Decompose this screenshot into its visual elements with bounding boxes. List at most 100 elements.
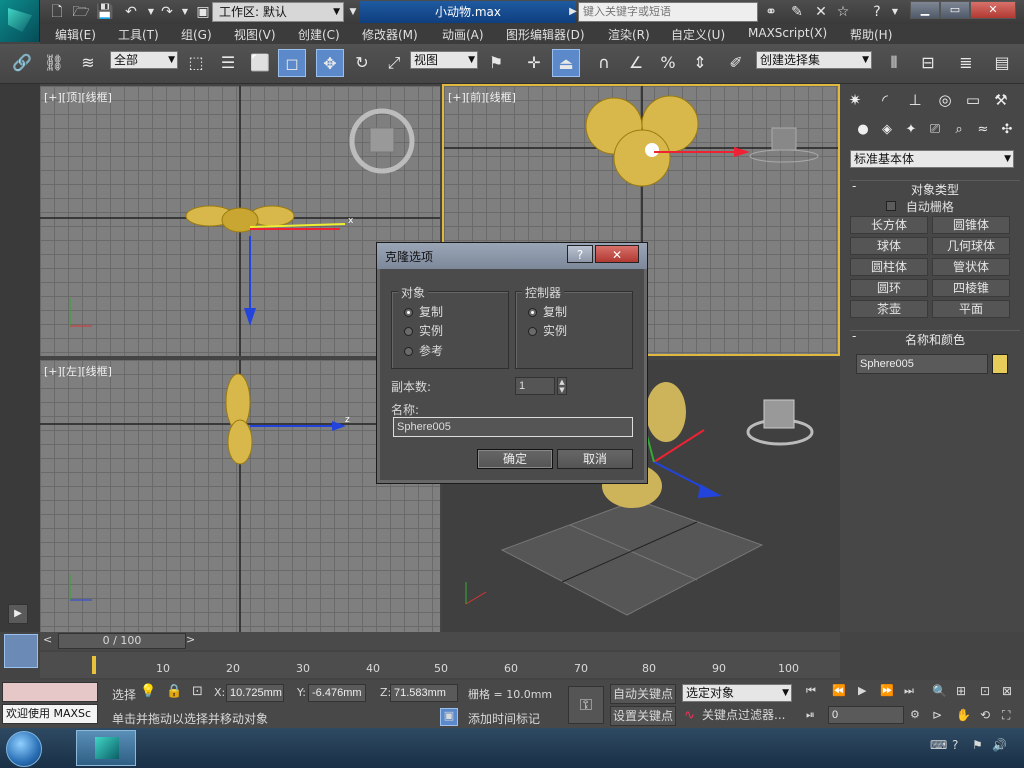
pivot-center-icon[interactable]: ⚑: [482, 49, 510, 77]
viewport-front-label[interactable]: [+][前][线框]: [448, 89, 516, 105]
dialog-close-button[interactable]: ✕: [595, 245, 639, 263]
volume-tray-icon[interactable]: 🔊: [992, 738, 1007, 752]
key-mode-toggle-icon[interactable]: ⏯: [806, 708, 815, 722]
goto-end-icon[interactable]: ⏭: [904, 684, 914, 698]
name-color-rollout[interactable]: - 名称和颜色: [850, 329, 1020, 347]
sphere-wire[interactable]: [227, 419, 253, 465]
cone-button[interactable]: 圆锥体: [932, 216, 1010, 234]
prev-frame-icon[interactable]: <: [43, 633, 52, 646]
orbit-icon[interactable]: ⟲: [980, 708, 990, 722]
object-color-swatch[interactable]: [992, 354, 1008, 374]
cylinder-button[interactable]: 圆柱体: [850, 258, 928, 276]
menu-modifiers[interactable]: 修改器(M): [362, 26, 418, 43]
cameras-icon[interactable]: ⎚: [922, 118, 948, 142]
select-object-icon[interactable]: ⬚: [182, 49, 210, 77]
field-of-view-icon[interactable]: ⊳: [932, 708, 942, 722]
menu-animation[interactable]: 动画(A): [442, 26, 484, 43]
help-icon[interactable]: ?: [868, 3, 886, 21]
play-icon[interactable]: ▶: [858, 684, 866, 697]
new-file-icon[interactable]: 🗋: [48, 3, 66, 21]
isolate-icon[interactable]: 💡: [140, 684, 156, 699]
create-tab-icon[interactable]: ✷: [842, 88, 868, 112]
set-key-button[interactable]: 设置关键点: [610, 706, 676, 726]
link-icon[interactable]: 🔗: [8, 49, 36, 77]
maxscript-listener-top[interactable]: [2, 682, 98, 702]
add-time-tag[interactable]: 添加时间标记: [468, 710, 540, 727]
set-key-icon[interactable]: ⚿: [568, 686, 604, 724]
communication-icon[interactable]: ✕: [812, 3, 830, 21]
zoom-all-icon[interactable]: ⊞: [956, 684, 966, 698]
sphere-object[interactable]: [646, 382, 686, 442]
cancel-button[interactable]: 取消: [557, 449, 633, 469]
tube-button[interactable]: 管状体: [932, 258, 1010, 276]
close-button[interactable]: ✕: [970, 1, 1016, 19]
menu-edit[interactable]: 编辑(E): [55, 26, 96, 43]
object-reference-radio[interactable]: 参考: [404, 343, 443, 359]
time-tag-icon[interactable]: ▣: [440, 708, 458, 726]
viewport-top-label[interactable]: [+][顶][线框]: [44, 89, 112, 105]
snaps-toggle-icon[interactable]: ∩: [590, 49, 618, 77]
viewport-left-label[interactable]: [+][左][线框]: [44, 363, 112, 379]
torus-button[interactable]: 圆环: [850, 279, 928, 297]
menu-rendering[interactable]: 渲染(R): [608, 26, 650, 43]
named-selection-sets-dropdown[interactable]: 创建选择集 ▼: [756, 51, 872, 69]
layer-manager-icon[interactable]: ≣: [952, 49, 980, 77]
copies-spinner[interactable]: [515, 377, 555, 395]
menu-graph-editors[interactable]: 图形编辑器(D): [506, 26, 585, 43]
object-copy-radio[interactable]: 复制: [404, 304, 443, 320]
subscription-icon[interactable]: ✎: [788, 3, 806, 21]
edit-named-selection-icon[interactable]: ✐: [722, 49, 750, 77]
zoom-extents-all-icon[interactable]: ⊠: [1002, 684, 1012, 698]
hierarchy-tab-icon[interactable]: ⊥: [902, 88, 928, 112]
next-key-icon[interactable]: ⏩: [880, 684, 894, 697]
menu-views[interactable]: 视图(V): [234, 26, 276, 43]
time-slider-thumb[interactable]: 0 / 100: [58, 633, 186, 649]
maximize-viewport-icon[interactable]: ⛶: [1002, 708, 1010, 723]
time-slider[interactable]: < 0 / 100 >: [40, 632, 840, 650]
viewport-layout-icon[interactable]: [4, 634, 38, 668]
object-name-input[interactable]: [856, 354, 988, 374]
angle-snap-icon[interactable]: ∠: [622, 49, 650, 77]
controller-copy-radio[interactable]: 复制: [528, 304, 567, 320]
spinner-arrows-icon[interactable]: ▲ ▼: [557, 377, 567, 395]
network-tray-icon[interactable]: ⚑: [972, 738, 983, 752]
unlink-icon[interactable]: ⛓: [40, 49, 68, 77]
current-frame-marker[interactable]: [92, 656, 96, 674]
ok-button[interactable]: 确定: [477, 449, 553, 469]
percent-snap-icon[interactable]: %: [654, 49, 682, 77]
teapot-button[interactable]: 茶壶: [850, 300, 928, 318]
bind-space-warp-icon[interactable]: ≋: [74, 49, 102, 77]
display-tab-icon[interactable]: ▭: [960, 88, 986, 112]
app-menu-button[interactable]: [0, 0, 40, 42]
redo-icon[interactable]: ↷: [158, 3, 176, 21]
current-frame-input[interactable]: [828, 706, 904, 724]
key-filter-icon[interactable]: ∿: [684, 708, 695, 723]
y-coordinate-input[interactable]: [308, 684, 366, 702]
controller-instance-radio[interactable]: 实例: [528, 323, 567, 339]
lights-icon[interactable]: ✦: [898, 118, 924, 142]
keyboard-shortcut-override-icon[interactable]: ⏏: [552, 49, 580, 77]
dialog-help-button[interactable]: ?: [567, 245, 593, 263]
space-warps-icon[interactable]: ≈: [970, 118, 996, 142]
dialog-title-bar[interactable]: 克隆选项 ? ✕: [377, 243, 647, 269]
viewcube-ring[interactable]: [749, 149, 819, 163]
modify-tab-icon[interactable]: ◜: [872, 88, 898, 112]
viewcube-icon[interactable]: [763, 399, 795, 429]
geometry-category-dropdown[interactable]: 标准基本体 ▼: [850, 150, 1014, 168]
utilities-tab-icon[interactable]: ⚒: [988, 88, 1014, 112]
sphere-wire[interactable]: [613, 129, 671, 187]
maximize-button[interactable]: ▭: [940, 1, 970, 19]
window-crossing-icon[interactable]: ◻: [278, 49, 306, 77]
plane-button[interactable]: 平面: [932, 300, 1010, 318]
open-file-icon[interactable]: 🗁: [72, 3, 90, 21]
lock-icon[interactable]: 🔒: [166, 684, 182, 699]
help-dropdown-icon[interactable]: ▼: [886, 3, 904, 21]
pan-icon[interactable]: ✋: [956, 708, 971, 722]
redo-dropdown-icon[interactable]: ▼: [176, 3, 194, 21]
box-button[interactable]: 长方体: [850, 216, 928, 234]
clone-name-input[interactable]: [393, 417, 633, 437]
undo-icon[interactable]: ↶: [122, 3, 140, 21]
object-type-rollout[interactable]: - 对象类型: [850, 179, 1020, 197]
menu-tools[interactable]: 工具(T): [118, 26, 159, 43]
workspace-dropdown[interactable]: 工作区: 默认 ▼: [212, 2, 344, 22]
